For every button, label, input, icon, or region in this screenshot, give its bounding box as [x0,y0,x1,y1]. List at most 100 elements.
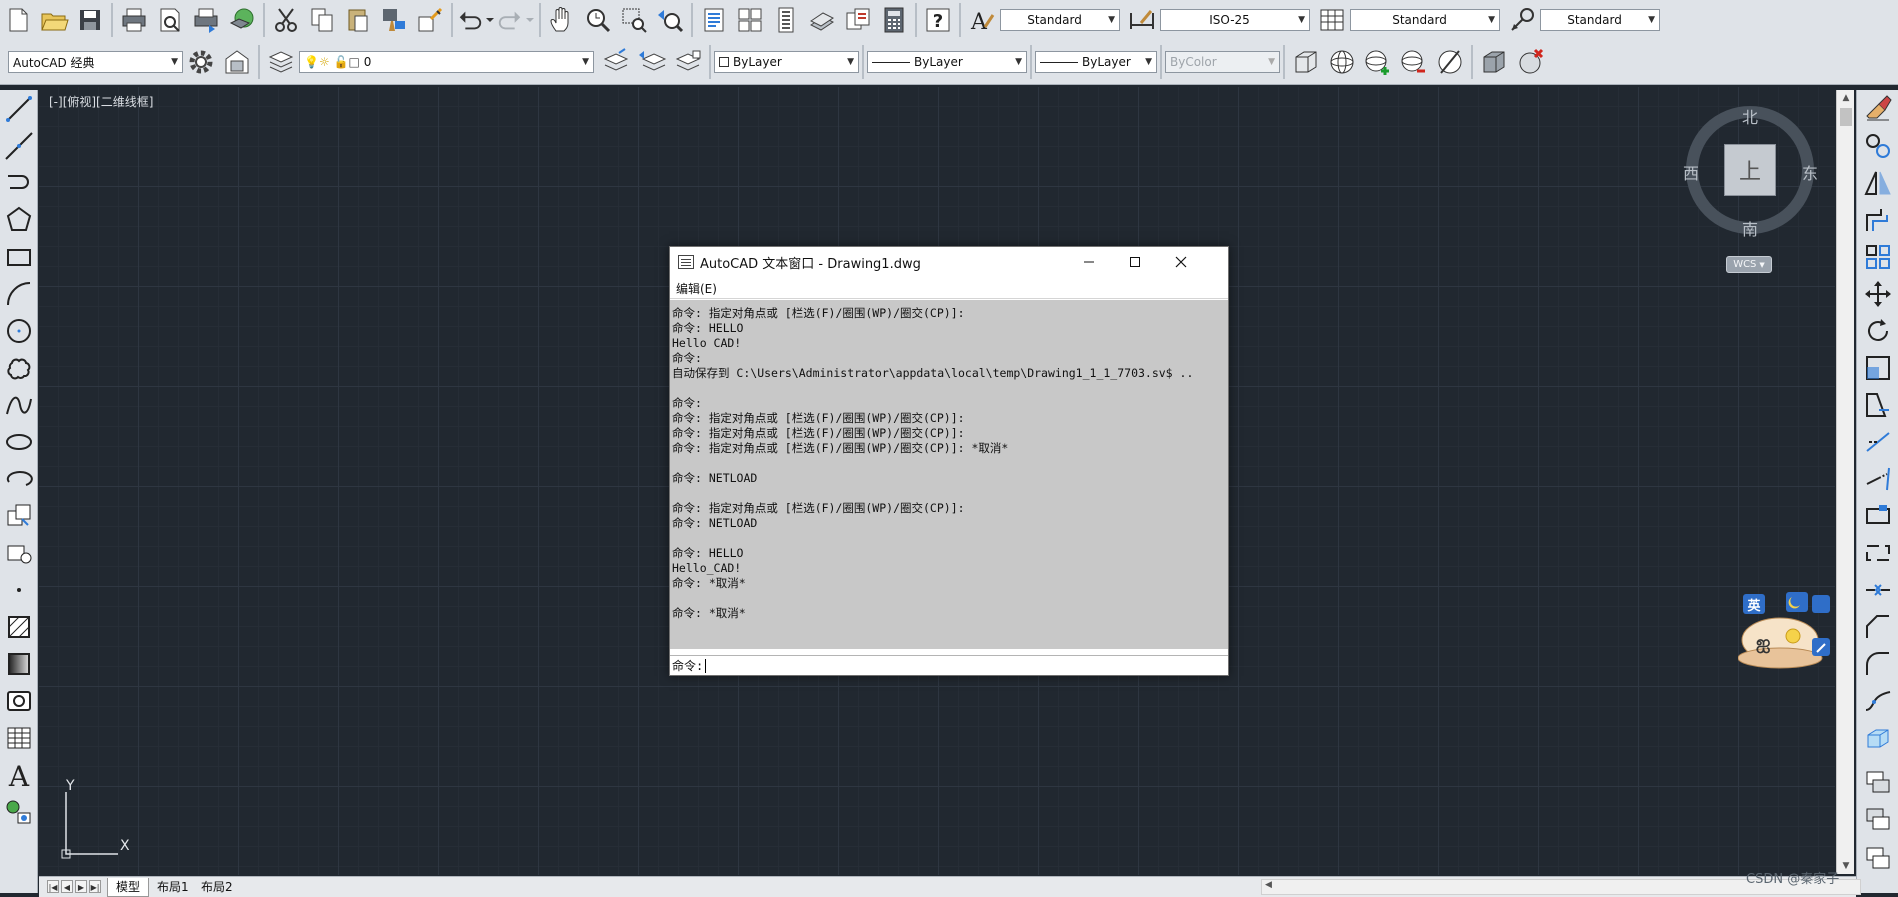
help-button[interactable]: ? [920,2,956,38]
fillet-button[interactable] [1857,645,1898,682]
mirror-button[interactable] [1857,164,1898,201]
slice-button[interactable] [1432,44,1468,80]
paste-button[interactable] [340,2,376,38]
dimension-style-button[interactable] [1124,2,1160,38]
revision-cloud-button[interactable] [0,349,38,386]
union-button[interactable] [1360,44,1396,80]
color-select[interactable]: ByLayer ▼ [714,51,859,73]
workspace-select[interactable]: AutoCAD 经典 ▼ [8,51,183,73]
compass-east[interactable]: 东 [1802,160,1818,184]
layer-states-button[interactable] [670,44,706,80]
move-button[interactable] [1857,275,1898,312]
blend-curves-button[interactable] [1857,682,1898,719]
zoom-previous-button[interactable] [652,2,688,38]
subtract-button[interactable] [1396,44,1432,80]
draw-order-button[interactable] [1857,764,1898,801]
tab-layout1[interactable]: 布局1 [149,878,197,897]
match-properties-button[interactable] [376,2,412,38]
scroll-up-arrow[interactable]: ▲ [1837,90,1855,106]
text-window-titlebar[interactable]: AutoCAD 文本窗口 - Drawing1.dwg [670,247,1228,277]
trim-button[interactable] [1857,423,1898,460]
first-tab-button[interactable]: |◀ [47,880,59,893]
new-button[interactable] [0,2,36,38]
vertical-scrollbar[interactable]: ▲ ▼ [1836,90,1854,874]
markup-button[interactable] [840,2,876,38]
table-style-button[interactable] [1314,2,1350,38]
lineweight-select[interactable]: ByLayer ▼ [1035,51,1157,73]
point-button[interactable] [0,571,38,608]
scroll-thumb[interactable] [1840,108,1852,126]
rotate-button[interactable] [1857,312,1898,349]
cut-button[interactable] [268,2,304,38]
multileader-style-button[interactable] [1504,2,1540,38]
sheet-set-button[interactable] [804,2,840,38]
join-button[interactable] [1857,571,1898,608]
polyline-button[interactable] [0,164,38,201]
stretch-button[interactable] [1857,386,1898,423]
layer-previous-button[interactable] [634,44,670,80]
compass-north[interactable]: 北 [1742,104,1758,128]
wcs-menu[interactable]: WCS ▼ [1726,256,1772,273]
insert-block-button[interactable] [0,497,38,534]
render-button[interactable] [1512,44,1548,80]
sphere-button[interactable] [1324,44,1360,80]
block-editor-button[interactable] [412,2,448,38]
minimize-button[interactable] [1066,247,1112,277]
hatch-button[interactable] [0,608,38,645]
array-button[interactable] [1857,238,1898,275]
ime-language-toggle[interactable]: 英 [1743,594,1765,614]
tool-palettes-button[interactable] [768,2,804,38]
open-button[interactable] [36,2,72,38]
layer-properties-button[interactable] [263,44,299,80]
table-button[interactable] [0,719,38,756]
erase-button[interactable] [1857,90,1898,127]
last-tab-button[interactable]: ▶| [89,880,101,893]
add-selected-button[interactable] [0,793,38,830]
design-center-button[interactable] [732,2,768,38]
previous-tab-button[interactable]: ◀ [61,880,73,893]
construction-line-button[interactable] [0,127,38,164]
multiline-text-button[interactable]: A [0,756,38,793]
linetype-select[interactable]: ByLayer ▼ [867,51,1027,73]
save-button[interactable] [72,2,108,38]
rectangle-button[interactable] [0,238,38,275]
viewport-label[interactable]: [-][俯视][二维线框] [49,93,153,110]
maximize-button[interactable] [1112,247,1158,277]
explode-button[interactable] [1857,719,1898,756]
command-history[interactable]: 命令: 指定对角点或 [栏选(F)/圈围(WP)/圈交(CP)]: 命令: HEL… [670,300,1228,649]
zoom-realtime-button[interactable] [580,2,616,38]
compass-south[interactable]: 南 [1742,216,1758,240]
make-object-layer-current-button[interactable] [598,44,634,80]
layer-select[interactable]: 💡☼ 🔓□ 0 ▼ [299,51,594,73]
line-button[interactable] [0,90,38,127]
table-style-select[interactable]: Standard ▼ [1350,9,1500,31]
undo-button[interactable] [456,2,484,38]
menu-edit[interactable]: 编辑(E) [670,277,723,300]
box-button[interactable] [1288,44,1324,80]
scroll-down-arrow[interactable]: ▼ [1837,858,1855,874]
close-button[interactable] [1158,247,1204,277]
workspace-settings-button[interactable] [183,44,219,80]
workspace-layout-button[interactable] [219,44,255,80]
gradient-button[interactable] [0,645,38,682]
send-to-back-button[interactable] [1857,838,1898,875]
break-button[interactable] [1857,534,1898,571]
arc-button[interactable] [0,275,38,312]
copy-object-button[interactable] [1857,127,1898,164]
dimension-style-select[interactable]: ISO-25 ▼ [1160,9,1310,31]
plot-button[interactable] [116,2,152,38]
text-style-button[interactable]: A [964,2,1000,38]
bring-to-front-button[interactable] [1857,801,1898,838]
redo-dropdown[interactable] [524,2,536,38]
viewcube[interactable]: 北 南 西 东 上 [1680,104,1820,244]
plot-preview-button[interactable] [152,2,188,38]
viewcube-top-face[interactable]: 上 [1724,144,1776,196]
3d-print-button[interactable] [224,2,260,38]
offset-button[interactable] [1857,201,1898,238]
tab-layout2[interactable]: 布局2 [193,878,241,897]
region-button[interactable] [0,682,38,719]
publish-button[interactable] [188,2,224,38]
properties-button[interactable] [696,2,732,38]
command-input[interactable]: 命令: [670,655,1228,675]
next-tab-button[interactable]: ▶ [75,880,87,893]
